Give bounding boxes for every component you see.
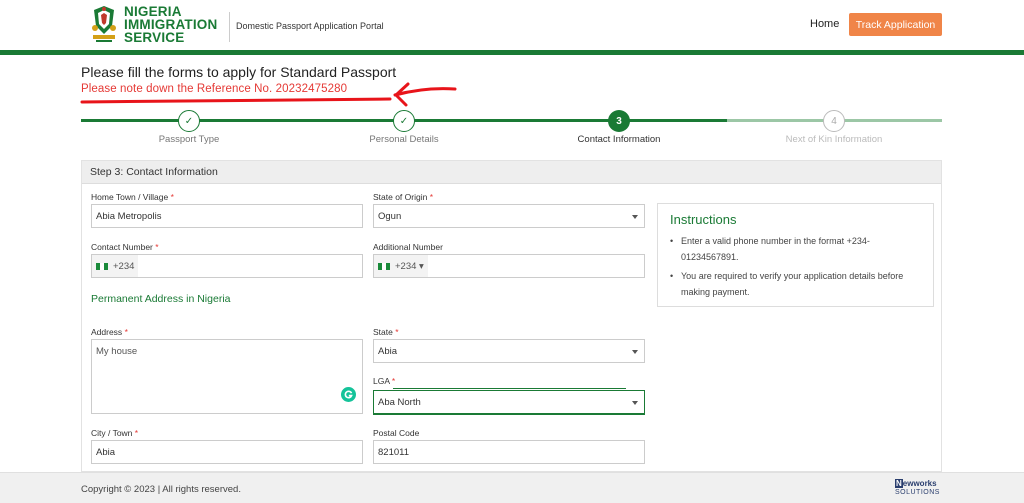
vendor-n-mark: N <box>895 479 903 488</box>
additional-number-label: Additional Number <box>373 242 443 252</box>
step-1-label: Passport Type <box>158 134 220 145</box>
city-input[interactable]: Abia <box>91 440 363 464</box>
step-4-number[interactable]: 4 <box>823 110 845 132</box>
vendor-name: Newworks <box>895 479 943 488</box>
home-town-label: Home Town / Village * <box>91 192 174 202</box>
lga-value: Aba North <box>378 396 421 408</box>
vendor-name-text: ewworks <box>902 479 937 488</box>
contact-number-label-text: Contact Number <box>91 242 153 252</box>
lga-select[interactable]: Aba North <box>373 390 645 414</box>
state-of-origin-select[interactable]: Ogun <box>373 204 645 228</box>
address-label: Address * <box>91 327 128 337</box>
nav-home-link[interactable]: Home <box>810 18 839 30</box>
chevron-down-icon <box>632 350 638 354</box>
contact-number-label: Contact Number * <box>91 242 159 252</box>
state-value: Abia <box>378 345 398 357</box>
main-content: Please fill the forms to apply for Stand… <box>0 55 1024 472</box>
instructions-title: Instructions <box>670 212 737 227</box>
required-marker: * <box>134 428 139 438</box>
postal-code-input[interactable]: 821011 <box>373 440 645 464</box>
site-header: NIGERIA IMMIGRATION SERVICE Domestic Pas… <box>0 0 1024 50</box>
required-marker: * <box>124 327 128 337</box>
step-3-label: Contact Information <box>577 134 661 145</box>
step-4-label: Next of Kin Information <box>785 134 883 145</box>
step-2-check-icon[interactable]: ✓ <box>393 110 415 132</box>
address-value: My house <box>96 346 138 357</box>
nigeria-flag-icon <box>96 262 108 270</box>
additional-number-input[interactable]: +234 ▾ <box>373 254 645 278</box>
progress-stepper: ✓ Passport Type ✓ Personal Details 3 Con… <box>81 110 942 157</box>
step-3-number[interactable]: 3 <box>608 110 630 132</box>
contact-number-input[interactable]: +234 <box>91 254 363 278</box>
required-marker: * <box>155 242 159 252</box>
state-select[interactable]: Abia <box>373 339 645 363</box>
grammarly-icon[interactable] <box>341 387 356 402</box>
postal-code-label: Postal Code <box>373 428 419 438</box>
site-footer: Copyright © 2023 | All rights reserved. … <box>0 472 1024 503</box>
header-divider <box>229 12 230 42</box>
vendor-sub: SOLUTIONS <box>895 489 940 496</box>
instructions-list: Enter a valid phone number in the format… <box>670 233 921 300</box>
additional-prefix: +234 ▾ <box>395 260 424 272</box>
newworks-logo[interactable]: Newworks SOLUTIONS <box>895 479 943 499</box>
logo-text: NIGERIA IMMIGRATION SERVICE <box>124 3 218 45</box>
city-label: City / Town * <box>91 428 138 438</box>
required-marker: * <box>429 192 434 202</box>
required-marker: * <box>395 327 399 337</box>
state-of-origin-value: Ogun <box>378 210 402 222</box>
city-label-text: City / Town <box>91 428 133 438</box>
logo-line-2: IMMIGRATION <box>124 16 218 32</box>
portal-name: Domestic Passport Application Portal <box>236 21 384 31</box>
address-label-text: Address <box>91 327 123 337</box>
country-code-picker[interactable]: +234 ▾ <box>374 255 428 277</box>
state-label-text: State <box>373 327 393 337</box>
home-town-label-text: Home Town / Village <box>91 192 169 202</box>
track-application-button[interactable]: Track Application <box>849 13 942 36</box>
additional-number-label-text: Additional Number <box>373 242 443 252</box>
required-marker: * <box>391 376 396 386</box>
state-of-origin-label: State of Origin * <box>373 192 433 202</box>
postal-code-label-text: Postal Code <box>373 428 420 438</box>
copyright-text: Copyright © 2023 | All rights reserved. <box>81 484 241 495</box>
coat-of-arms-icon <box>92 6 116 42</box>
contact-prefix: +234 <box>113 260 135 272</box>
instruction-item: Enter a valid phone number in the format… <box>670 233 921 265</box>
red-underline-annotation <box>80 82 457 107</box>
instruction-item: You are required to verify your applicat… <box>670 268 921 300</box>
chevron-down-icon <box>632 215 638 219</box>
state-of-origin-label-text: State of Origin <box>373 192 428 202</box>
logo-line-3: SERVICE <box>124 29 185 45</box>
country-code-picker[interactable]: +234 <box>92 255 139 277</box>
lga-label-text: LGA <box>373 376 390 386</box>
step-heading: Step 3: Contact Information <box>82 161 941 184</box>
required-marker: * <box>170 192 174 202</box>
instructions-box: Instructions Enter a valid phone number … <box>657 203 934 307</box>
home-town-input[interactable]: Abia Metropolis <box>91 204 363 228</box>
logo-line-1: NIGERIA <box>124 3 182 19</box>
step-1-check-icon[interactable]: ✓ <box>178 110 200 132</box>
lga-label: LGA * <box>373 376 395 386</box>
step-2-label: Personal Details <box>369 134 439 145</box>
lga-focus-bar <box>393 388 626 389</box>
contact-form-panel: Step 3: Contact Information Home Town / … <box>81 160 942 472</box>
permanent-address-title: Permanent Address in Nigeria <box>91 293 231 305</box>
chevron-down-icon <box>632 401 638 405</box>
nis-logo[interactable]: NIGERIA IMMIGRATION SERVICE <box>90 4 217 44</box>
address-textarea[interactable]: My house <box>91 339 363 414</box>
nigeria-flag-icon <box>378 262 390 270</box>
state-label: State * <box>373 327 399 337</box>
